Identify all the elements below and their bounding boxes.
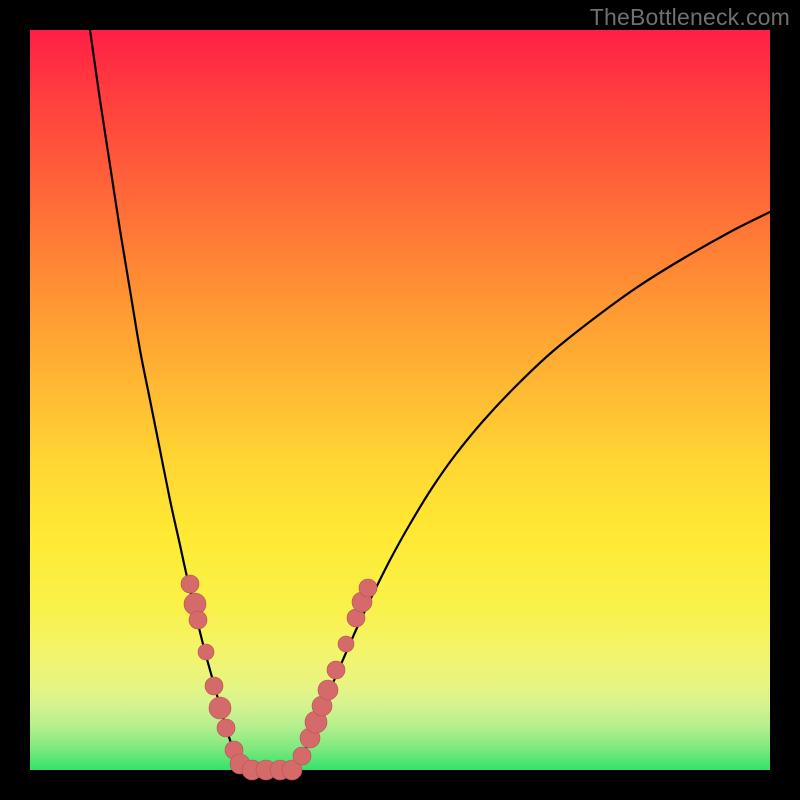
- marker-dot: [181, 575, 199, 593]
- marker-dot: [338, 636, 354, 652]
- marker-dot: [293, 747, 311, 765]
- marker-dot: [209, 697, 231, 719]
- outer-frame: TheBottleneck.com: [0, 0, 800, 800]
- watermark-text: TheBottleneck.com: [590, 4, 790, 31]
- marker-dot: [205, 677, 223, 695]
- marker-dot: [189, 611, 207, 629]
- plot-area: [30, 30, 770, 770]
- marker-dot: [359, 579, 377, 597]
- marker-dot: [318, 680, 338, 700]
- chart-svg: [30, 30, 770, 770]
- marker-dot: [198, 644, 214, 660]
- scatter-markers: [181, 575, 377, 780]
- marker-dot: [327, 661, 345, 679]
- curve-left-branch: [90, 30, 242, 770]
- marker-dot: [217, 719, 235, 737]
- curve-right-branch: [294, 212, 770, 770]
